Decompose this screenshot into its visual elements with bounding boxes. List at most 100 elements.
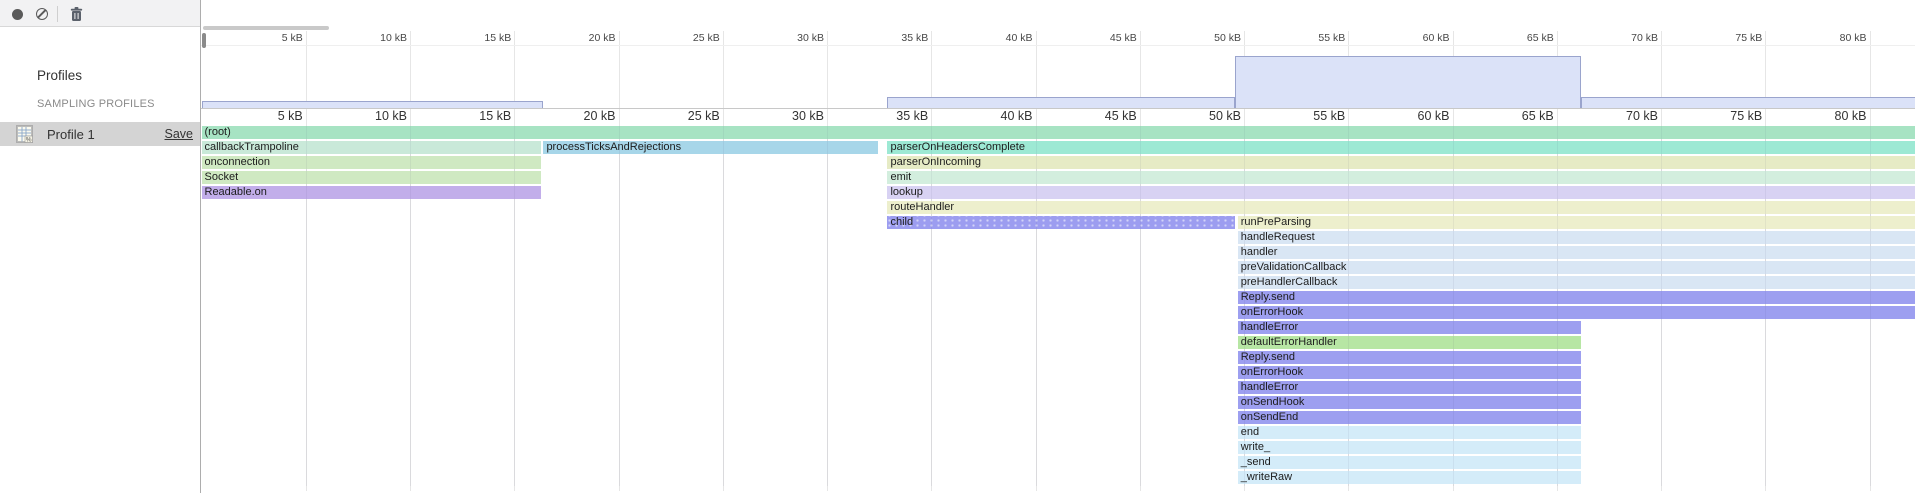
clear-all-button[interactable] bbox=[31, 3, 53, 25]
flame-chart-pane: 5 kB 10 kB 15 kB 20 kB 25 kB 30 kB 35 kB 40 kB 4… bbox=[200, 0, 1915, 493]
flame-bar[interactable]: _send bbox=[1238, 456, 1581, 469]
grid-line bbox=[1140, 126, 1141, 486]
grid-line bbox=[723, 126, 724, 486]
grid-line bbox=[931, 126, 932, 486]
overview-area-segment[interactable] bbox=[1235, 56, 1581, 108]
ruler-label: 15 kB bbox=[427, 109, 511, 123]
flame-bar[interactable]: onErrorHook bbox=[1238, 306, 1915, 319]
save-link[interactable]: Save bbox=[165, 127, 194, 141]
grid-line bbox=[1765, 126, 1766, 486]
ruler-label: 10 kB bbox=[323, 109, 407, 123]
grid-line bbox=[514, 126, 515, 486]
flame-bar[interactable]: onSendHook bbox=[1238, 396, 1581, 409]
grid-line bbox=[306, 126, 307, 486]
ruler-label: 60 kB bbox=[1374, 32, 1450, 44]
profile-name: Profile 1 bbox=[47, 127, 165, 142]
flame-bar[interactable]: Reply.send bbox=[1238, 291, 1915, 304]
flame-bar[interactable]: Socket bbox=[202, 171, 542, 184]
toolbar-separator bbox=[57, 6, 58, 22]
grid-line bbox=[619, 126, 620, 486]
ruler-label: 75 kB bbox=[1678, 109, 1762, 123]
record-button[interactable] bbox=[6, 3, 28, 25]
ruler-label: 20 kB bbox=[532, 109, 616, 123]
grid-line bbox=[1453, 126, 1454, 486]
flame-bar[interactable]: routeHandler bbox=[887, 201, 1915, 214]
flame-bar[interactable]: callbackTrampoline bbox=[202, 141, 542, 154]
flame-bar[interactable]: handleError bbox=[1238, 321, 1581, 334]
profile-icon: % bbox=[16, 125, 33, 143]
sidebar-title: Profiles bbox=[37, 68, 82, 83]
block-icon bbox=[36, 8, 48, 20]
flame-bar[interactable]: emit bbox=[887, 171, 1915, 184]
ruler-label: 10 kB bbox=[331, 32, 407, 44]
ruler-label: 35 kB bbox=[852, 32, 928, 44]
grid-line bbox=[1661, 126, 1662, 486]
flame-bar[interactable]: _writeRaw bbox=[1238, 471, 1581, 484]
ruler-label: 50 kB bbox=[1157, 109, 1241, 123]
flame-bar[interactable]: parserOnIncoming bbox=[887, 156, 1915, 169]
flame-bar[interactable]: lookup bbox=[887, 186, 1915, 199]
vertical-scrollbar-thumb[interactable] bbox=[202, 33, 206, 48]
horizontal-scrollbar-thumb[interactable] bbox=[203, 26, 329, 30]
ruler-label: 15 kB bbox=[435, 32, 511, 44]
flame-bar[interactable]: handleError bbox=[1238, 381, 1581, 394]
ruler-label: 50 kB bbox=[1165, 32, 1241, 44]
ruler-label: 80 kB bbox=[1783, 109, 1867, 123]
ruler-label: 40 kB bbox=[949, 109, 1033, 123]
ruler-label: 65 kB bbox=[1478, 32, 1554, 44]
flame-bar[interactable]: onconnection bbox=[202, 156, 542, 169]
ruler-label: 55 kB bbox=[1269, 32, 1345, 44]
memory-profiler-panel: Chart ▼ Profiles SAMPLING PROFILES % Pro… bbox=[0, 0, 1915, 493]
overview-area-segment[interactable] bbox=[202, 101, 544, 108]
ruler-top-divider bbox=[201, 45, 1915, 46]
grid-line bbox=[1870, 126, 1871, 486]
flame-bar[interactable]: handler bbox=[1238, 246, 1915, 259]
grid-line bbox=[1557, 126, 1558, 486]
flame-bar[interactable]: Readable.on bbox=[202, 186, 542, 199]
profile-list-item[interactable]: % Profile 1 Save bbox=[0, 122, 200, 146]
ruler-label: 5 kB bbox=[227, 32, 303, 44]
overview-area-segment[interactable] bbox=[1581, 97, 1915, 108]
flame-bar[interactable]: defaultErrorHandler bbox=[1238, 336, 1581, 349]
ruler-label: 70 kB bbox=[1582, 32, 1658, 44]
ruler-label: 20 kB bbox=[540, 32, 616, 44]
flame-bar[interactable]: onSendEnd bbox=[1238, 411, 1581, 424]
ruler-label: 45 kB bbox=[1053, 109, 1137, 123]
ruler-label: 25 kB bbox=[644, 32, 720, 44]
profiles-sidebar: Profiles SAMPLING PROFILES % Profile 1 S… bbox=[0, 27, 200, 493]
grid-line bbox=[827, 126, 828, 486]
ruler-label: 80 kB bbox=[1791, 32, 1867, 44]
svg-text:%: % bbox=[26, 137, 32, 143]
ruler-label: 25 kB bbox=[636, 109, 720, 123]
ruler-label: 70 kB bbox=[1574, 109, 1658, 123]
ruler-label: 30 kB bbox=[748, 32, 824, 44]
ruler-label: 55 kB bbox=[1261, 109, 1345, 123]
grid-line bbox=[1244, 126, 1245, 486]
flame-bar[interactable]: child bbox=[887, 216, 1234, 229]
flame-bar[interactable]: Reply.send bbox=[1238, 351, 1581, 364]
grid-line bbox=[1036, 126, 1037, 486]
ruler-label: 75 kB bbox=[1686, 32, 1762, 44]
flame-bar[interactable]: parserOnHeadersComplete bbox=[887, 141, 1915, 154]
ruler-label: 60 kB bbox=[1366, 109, 1450, 123]
flame-bar[interactable]: (root) bbox=[202, 126, 1915, 139]
sidebar-section-header: SAMPLING PROFILES bbox=[37, 98, 155, 110]
flame-bar[interactable]: handleRequest bbox=[1238, 231, 1915, 244]
delete-profile-button[interactable] bbox=[65, 3, 87, 25]
overview-area-segment[interactable] bbox=[887, 97, 1234, 108]
ruler-label: 30 kB bbox=[740, 109, 824, 123]
ruler-label: 45 kB bbox=[1061, 32, 1137, 44]
ruler-label: 40 kB bbox=[957, 32, 1033, 44]
ruler-label: 5 kB bbox=[219, 109, 303, 123]
trash-icon bbox=[70, 7, 83, 22]
flame-bar[interactable]: onErrorHook bbox=[1238, 366, 1581, 379]
grid-line bbox=[1348, 126, 1349, 486]
flame-bar[interactable]: runPreParsing bbox=[1238, 216, 1915, 229]
flame-bar[interactable]: write_ bbox=[1238, 441, 1581, 454]
flame-bar[interactable]: end bbox=[1238, 426, 1581, 439]
ruler-label: 65 kB bbox=[1470, 109, 1554, 123]
flame-bar[interactable]: preHandlerCallback bbox=[1238, 276, 1915, 289]
record-icon bbox=[12, 9, 23, 20]
ruler-label: 35 kB bbox=[844, 109, 928, 123]
flame-bar[interactable]: preValidationCallback bbox=[1238, 261, 1915, 274]
